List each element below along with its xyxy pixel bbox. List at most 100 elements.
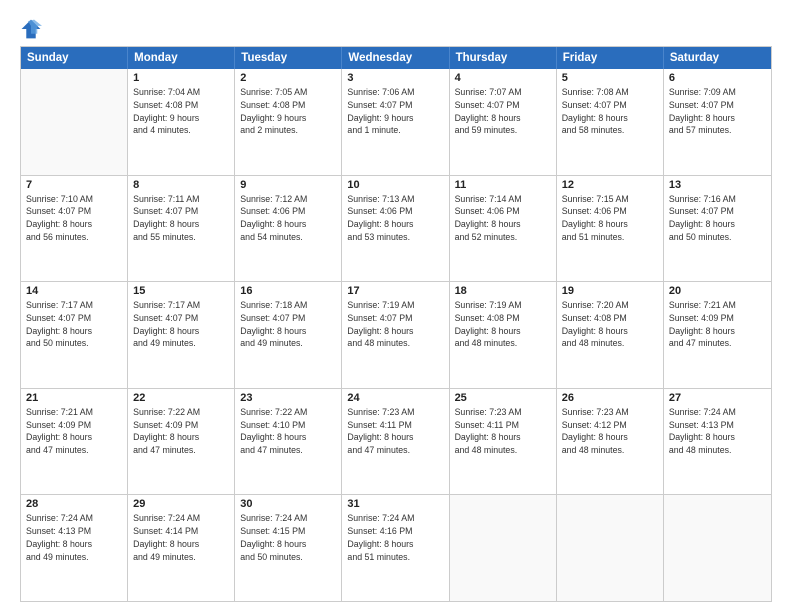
cell-info: Sunrise: 7:10 AM Sunset: 4:07 PM Dayligh… bbox=[26, 193, 122, 244]
calendar-cell-6: 6Sunrise: 7:09 AM Sunset: 4:07 PM Daylig… bbox=[664, 69, 771, 175]
cell-info: Sunrise: 7:11 AM Sunset: 4:07 PM Dayligh… bbox=[133, 193, 229, 244]
calendar-cell-4: 4 Sunrise: 7:07 AM Sunset: 4:07 PM Daylig… bbox=[450, 69, 557, 175]
calendar-cell-14: 14 Sunrise: 7:17 AM Sunset: 4:07 PM Dayli… bbox=[21, 282, 128, 388]
calendar-cell-empty-4-4 bbox=[450, 495, 557, 601]
calendar-cell-18: 18 Sunrise: 7:19 AM Sunset: 4:08 PM Dayli… bbox=[450, 282, 557, 388]
cell-info: Sunrise: 7:20 AM Sunset: 4:08 PM Dayligh… bbox=[562, 299, 658, 350]
cell-info: Sunrise: 7:24 AM Sunset: 4:16 PM Dayligh… bbox=[347, 512, 443, 563]
calendar-cell-23: 23Sunrise: 7:22 AM Sunset: 4:10 PM Dayli… bbox=[235, 389, 342, 495]
calendar-cell-13: 13Sunrise: 7:16 AM Sunset: 4:07 PM Dayli… bbox=[664, 176, 771, 282]
cell-info: Sunrise: 7:17 AM Sunset: 4:07 PM Dayligh… bbox=[133, 299, 229, 350]
cell-date: 15 bbox=[133, 285, 229, 297]
calendar-cell-11: 11 Sunrise: 7:14 AM Sunset: 4:06 PM Dayli… bbox=[450, 176, 557, 282]
cell-info: Sunrise: 7:17 AM Sunset: 4:07 PM Dayligh… bbox=[26, 299, 122, 350]
calendar-cell-12: 12 Sunrise: 7:15 AM Sunset: 4:06 PM Dayli… bbox=[557, 176, 664, 282]
calendar-cell-30: 30Sunrise: 7:24 AM Sunset: 4:15 PM Dayli… bbox=[235, 495, 342, 601]
calendar-row-3: 14 Sunrise: 7:17 AM Sunset: 4:07 PM Dayli… bbox=[21, 282, 771, 389]
cell-date: 26 bbox=[562, 392, 658, 404]
cell-date: 11 bbox=[455, 179, 551, 191]
cell-info: Sunrise: 7:08 AM Sunset: 4:07 PM Dayligh… bbox=[562, 86, 658, 137]
cell-date: 7 bbox=[26, 179, 122, 191]
cell-date: 4 bbox=[455, 72, 551, 84]
calendar-cell-19: 19 Sunrise: 7:20 AM Sunset: 4:08 PM Dayli… bbox=[557, 282, 664, 388]
cell-date: 10 bbox=[347, 179, 443, 191]
cell-info: Sunrise: 7:24 AM Sunset: 4:15 PM Dayligh… bbox=[240, 512, 336, 563]
cell-info: Sunrise: 7:24 AM Sunset: 4:13 PM Dayligh… bbox=[26, 512, 122, 563]
cell-date: 18 bbox=[455, 285, 551, 297]
calendar-cell-9: 9 Sunrise: 7:12 AM Sunset: 4:06 PM Daylig… bbox=[235, 176, 342, 282]
weekday-header-friday: Friday bbox=[557, 47, 664, 69]
cell-date: 21 bbox=[26, 392, 122, 404]
calendar-cell-28: 28 Sunrise: 7:24 AM Sunset: 4:13 PM Dayli… bbox=[21, 495, 128, 601]
calendar-cell-22: 22 Sunrise: 7:22 AM Sunset: 4:09 PM Dayli… bbox=[128, 389, 235, 495]
page: SundayMondayTuesdayWednesdayThursdayFrid… bbox=[0, 0, 792, 612]
cell-date: 12 bbox=[562, 179, 658, 191]
cell-info: Sunrise: 7:19 AM Sunset: 4:07 PM Dayligh… bbox=[347, 299, 443, 350]
calendar-header: SundayMondayTuesdayWednesdayThursdayFrid… bbox=[21, 47, 771, 69]
cell-info: Sunrise: 7:23 AM Sunset: 4:11 PM Dayligh… bbox=[347, 406, 443, 457]
weekday-header-sunday: Sunday bbox=[21, 47, 128, 69]
calendar-cell-2: 2 Sunrise: 7:05 AM Sunset: 4:08 PM Daylig… bbox=[235, 69, 342, 175]
cell-info: Sunrise: 7:21 AM Sunset: 4:09 PM Dayligh… bbox=[669, 299, 766, 350]
calendar-cell-27: 27Sunrise: 7:24 AM Sunset: 4:13 PM Dayli… bbox=[664, 389, 771, 495]
calendar-cell-20: 20 Sunrise: 7:21 AM Sunset: 4:09 PM Dayli… bbox=[664, 282, 771, 388]
cell-info: Sunrise: 7:18 AM Sunset: 4:07 PM Dayligh… bbox=[240, 299, 336, 350]
cell-info: Sunrise: 7:13 AM Sunset: 4:06 PM Dayligh… bbox=[347, 193, 443, 244]
cell-info: Sunrise: 7:22 AM Sunset: 4:09 PM Dayligh… bbox=[133, 406, 229, 457]
calendar-cell-8: 8 Sunrise: 7:11 AM Sunset: 4:07 PM Daylig… bbox=[128, 176, 235, 282]
logo-icon bbox=[20, 18, 42, 40]
cell-date: 16 bbox=[240, 285, 336, 297]
cell-date: 31 bbox=[347, 498, 443, 510]
cell-info: Sunrise: 7:09 AM Sunset: 4:07 PM Dayligh… bbox=[669, 86, 766, 137]
cell-info: Sunrise: 7:14 AM Sunset: 4:06 PM Dayligh… bbox=[455, 193, 551, 244]
cell-date: 14 bbox=[26, 285, 122, 297]
cell-info: Sunrise: 7:16 AM Sunset: 4:07 PM Dayligh… bbox=[669, 193, 766, 244]
cell-info: Sunrise: 7:19 AM Sunset: 4:08 PM Dayligh… bbox=[455, 299, 551, 350]
cell-info: Sunrise: 7:21 AM Sunset: 4:09 PM Dayligh… bbox=[26, 406, 122, 457]
calendar-cell-empty-4-5 bbox=[557, 495, 664, 601]
calendar-cell-31: 31 Sunrise: 7:24 AM Sunset: 4:16 PM Dayli… bbox=[342, 495, 449, 601]
cell-date: 19 bbox=[562, 285, 658, 297]
cell-info: Sunrise: 7:23 AM Sunset: 4:11 PM Dayligh… bbox=[455, 406, 551, 457]
cell-info: Sunrise: 7:06 AM Sunset: 4:07 PM Dayligh… bbox=[347, 86, 443, 137]
cell-date: 8 bbox=[133, 179, 229, 191]
calendar-cell-25: 25 Sunrise: 7:23 AM Sunset: 4:11 PM Dayli… bbox=[450, 389, 557, 495]
cell-date: 17 bbox=[347, 285, 443, 297]
cell-info: Sunrise: 7:12 AM Sunset: 4:06 PM Dayligh… bbox=[240, 193, 336, 244]
cell-date: 25 bbox=[455, 392, 551, 404]
cell-date: 5 bbox=[562, 72, 658, 84]
calendar-row-1: 1Sunrise: 7:04 AM Sunset: 4:08 PM Daylig… bbox=[21, 69, 771, 176]
cell-info: Sunrise: 7:24 AM Sunset: 4:14 PM Dayligh… bbox=[133, 512, 229, 563]
weekday-header-thursday: Thursday bbox=[450, 47, 557, 69]
cell-info: Sunrise: 7:07 AM Sunset: 4:07 PM Dayligh… bbox=[455, 86, 551, 137]
cell-date: 9 bbox=[240, 179, 336, 191]
cell-info: Sunrise: 7:15 AM Sunset: 4:06 PM Dayligh… bbox=[562, 193, 658, 244]
weekday-header-tuesday: Tuesday bbox=[235, 47, 342, 69]
cell-date: 23 bbox=[240, 392, 336, 404]
cell-date: 28 bbox=[26, 498, 122, 510]
calendar-cell-7: 7 Sunrise: 7:10 AM Sunset: 4:07 PM Daylig… bbox=[21, 176, 128, 282]
calendar-row-2: 7 Sunrise: 7:10 AM Sunset: 4:07 PM Daylig… bbox=[21, 176, 771, 283]
calendar-cell-17: 17 Sunrise: 7:19 AM Sunset: 4:07 PM Dayli… bbox=[342, 282, 449, 388]
weekday-header-wednesday: Wednesday bbox=[342, 47, 449, 69]
cell-date: 20 bbox=[669, 285, 766, 297]
cell-date: 2 bbox=[240, 72, 336, 84]
calendar-cell-16: 16 Sunrise: 7:18 AM Sunset: 4:07 PM Dayli… bbox=[235, 282, 342, 388]
cell-date: 1 bbox=[133, 72, 229, 84]
calendar-body: 1Sunrise: 7:04 AM Sunset: 4:08 PM Daylig… bbox=[21, 69, 771, 601]
logo bbox=[20, 18, 46, 40]
calendar-cell-empty-4-6 bbox=[664, 495, 771, 601]
weekday-header-saturday: Saturday bbox=[664, 47, 771, 69]
calendar-row-5: 28 Sunrise: 7:24 AM Sunset: 4:13 PM Dayli… bbox=[21, 495, 771, 601]
calendar-cell-26: 26 Sunrise: 7:23 AM Sunset: 4:12 PM Dayli… bbox=[557, 389, 664, 495]
calendar: SundayMondayTuesdayWednesdayThursdayFrid… bbox=[20, 46, 772, 602]
cell-info: Sunrise: 7:05 AM Sunset: 4:08 PM Dayligh… bbox=[240, 86, 336, 137]
weekday-header-monday: Monday bbox=[128, 47, 235, 69]
calendar-cell-10: 10 Sunrise: 7:13 AM Sunset: 4:06 PM Dayli… bbox=[342, 176, 449, 282]
calendar-cell-empty-0-0 bbox=[21, 69, 128, 175]
cell-date: 22 bbox=[133, 392, 229, 404]
cell-info: Sunrise: 7:23 AM Sunset: 4:12 PM Dayligh… bbox=[562, 406, 658, 457]
cell-info: Sunrise: 7:24 AM Sunset: 4:13 PM Dayligh… bbox=[669, 406, 766, 457]
calendar-cell-29: 29Sunrise: 7:24 AM Sunset: 4:14 PM Dayli… bbox=[128, 495, 235, 601]
calendar-cell-21: 21 Sunrise: 7:21 AM Sunset: 4:09 PM Dayli… bbox=[21, 389, 128, 495]
